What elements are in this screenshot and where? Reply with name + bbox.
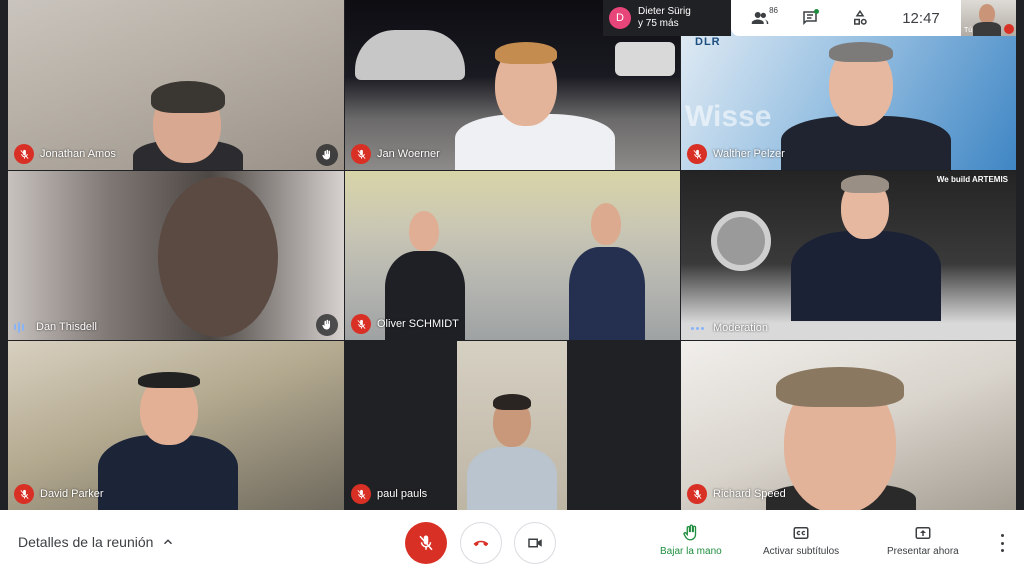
mic-off-icon xyxy=(687,484,707,504)
mic-off-icon xyxy=(419,535,433,551)
participant-name: Walther Pelzer xyxy=(713,148,785,160)
moonbase-backdrop xyxy=(355,30,465,80)
self-label: Tú xyxy=(964,27,973,34)
participant-name: David Parker xyxy=(40,488,104,500)
raised-hand-icon xyxy=(683,524,697,541)
moonbase-backdrop xyxy=(615,42,675,76)
chat-button[interactable] xyxy=(795,3,825,33)
shapes-icon xyxy=(854,9,867,25)
mic-off-icon xyxy=(14,144,34,164)
present-now-button[interactable]: Presentar ahora xyxy=(887,524,959,557)
spacecraft-image xyxy=(711,211,771,271)
phone-hangup-icon xyxy=(473,540,489,547)
presenter-others: y 75 más xyxy=(638,18,679,29)
participant-tile[interactable]: Dan Thisdell xyxy=(8,171,344,340)
participants-button[interactable]: 86 xyxy=(745,3,778,33)
video-grid: Jonathan Amos Jan Woerner DLR Wisse Walt… xyxy=(8,0,1016,510)
mic-off-icon xyxy=(14,484,34,504)
video-camera-icon xyxy=(528,538,542,548)
participant-name-label: Jonathan Amos xyxy=(14,144,116,164)
participant-name-label: Dan Thisdell xyxy=(14,320,97,334)
lower-hand-label: Bajar la mano xyxy=(660,546,722,557)
backdrop-text: Wisse xyxy=(685,100,772,133)
participant-name-label: Walther Pelzer xyxy=(687,144,785,164)
participant-name-label: Richard Speed xyxy=(687,484,786,504)
present-now-label: Presentar ahora xyxy=(887,546,959,557)
activities-button[interactable] xyxy=(845,3,875,33)
dlr-logo: DLR xyxy=(695,36,721,48)
participant-name: paul pauls xyxy=(377,488,428,500)
self-view[interactable]: Tú xyxy=(961,0,1016,36)
participant-name: Jonathan Amos xyxy=(40,148,116,160)
clock: 12:47 xyxy=(902,9,940,27)
microphone-toggle-button[interactable] xyxy=(405,522,447,564)
leave-call-button[interactable] xyxy=(460,522,502,564)
participant-tile[interactable]: Richard Speed xyxy=(681,341,1016,510)
meeting-details-label: Detalles de la reunión xyxy=(18,534,154,550)
presenter-chip[interactable]: D Dieter Sürig y 75 más xyxy=(603,0,731,36)
participant-tile[interactable]: David Parker xyxy=(8,341,344,510)
participant-tile[interactable]: We build ARTEMIS Moderation xyxy=(681,171,1016,340)
meeting-details-button[interactable]: Detalles de la reunión xyxy=(18,534,175,550)
chevron-up-icon xyxy=(164,539,173,545)
active-indicator-icon xyxy=(687,326,707,330)
presenter-name: Dieter Sürig xyxy=(638,6,691,17)
participant-name: Jan Woerner xyxy=(377,148,440,160)
raised-hand-icon xyxy=(316,314,338,336)
captions-button[interactable]: Activar subtítulos xyxy=(763,524,839,557)
participant-tile[interactable]: Oliver SCHMIDT xyxy=(345,171,680,340)
chat-notification-dot xyxy=(814,9,819,14)
participant-tile[interactable]: paul pauls xyxy=(345,341,680,510)
participants-count: 86 xyxy=(769,6,778,15)
participant-name-label: Oliver SCHMIDT xyxy=(351,314,459,334)
captions-icon xyxy=(793,527,809,539)
speaking-indicator-icon xyxy=(14,320,30,334)
participant-name-label: Moderation xyxy=(687,322,768,334)
lower-hand-button[interactable]: Bajar la mano xyxy=(660,524,722,557)
more-options-icon[interactable] xyxy=(994,534,1010,552)
mic-off-icon xyxy=(351,314,371,334)
participant-name: Moderation xyxy=(713,322,769,334)
present-screen-icon xyxy=(915,527,931,539)
participant-name-label: David Parker xyxy=(14,484,104,504)
participant-name-label: Jan Woerner xyxy=(351,144,440,164)
avatar: D xyxy=(609,7,631,29)
mic-off-icon xyxy=(351,484,371,504)
mic-off-icon xyxy=(1004,24,1014,34)
camera-toggle-button[interactable] xyxy=(514,522,556,564)
raised-hand-icon xyxy=(316,144,338,166)
bottom-toolbar: Detalles de la reunión Bajar la mano Act… xyxy=(0,510,1024,576)
participant-name: Dan Thisdell xyxy=(36,321,97,333)
participant-name-label: paul pauls xyxy=(351,484,427,504)
participant-video xyxy=(457,341,567,510)
presenter-info: Dieter Sürig y 75 más xyxy=(638,6,691,30)
participant-name: Oliver SCHMIDT xyxy=(377,318,459,330)
participant-name: Richard Speed xyxy=(713,488,786,500)
people-icon xyxy=(751,12,769,24)
mic-off-icon xyxy=(687,144,707,164)
top-toolbar: 86 12:47 xyxy=(731,0,961,36)
artemis-banner: We build ARTEMIS xyxy=(936,175,1008,184)
captions-label: Activar subtítulos xyxy=(763,546,840,557)
mic-off-icon xyxy=(351,144,371,164)
participant-tile[interactable]: Jonathan Amos xyxy=(8,0,344,170)
